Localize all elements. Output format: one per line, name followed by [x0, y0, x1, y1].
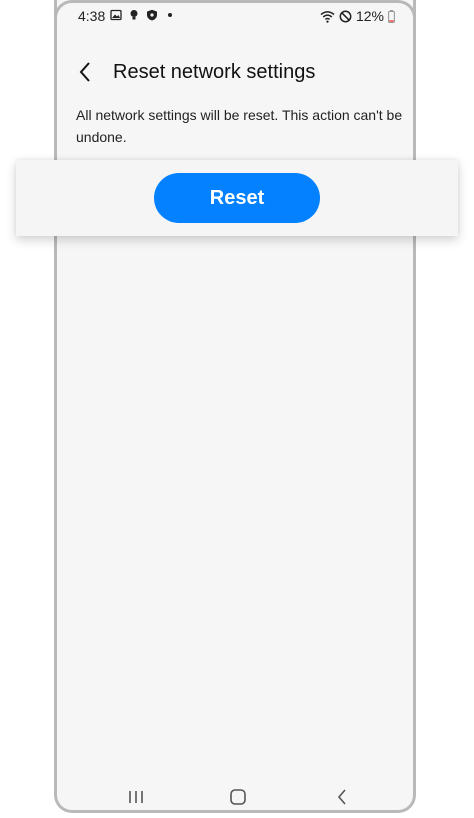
- chevron-left-icon: [79, 62, 90, 82]
- reset-panel: Reset: [16, 160, 458, 236]
- dot-icon: [168, 13, 172, 17]
- header: Reset network settings: [73, 58, 315, 86]
- back-button[interactable]: [73, 58, 97, 86]
- status-bar: 4:38 12%: [57, 6, 413, 26]
- recents-button[interactable]: [121, 786, 151, 808]
- do-not-disturb-icon: [339, 10, 352, 22]
- back-icon: [337, 789, 346, 805]
- status-left-icons: [110, 9, 176, 21]
- reset-button[interactable]: Reset: [154, 173, 320, 223]
- home-button[interactable]: [223, 786, 253, 808]
- battery-percent: 12%: [355, 8, 384, 24]
- page-title: Reset network settings: [113, 60, 316, 83]
- battery-icon: [388, 9, 395, 23]
- recents-icon: [129, 791, 143, 803]
- status-right-icons: 12%: [320, 8, 395, 24]
- shield-icon: [147, 9, 157, 21]
- status-time: 4:38: [78, 8, 106, 24]
- description-text: All network settings will be reset. This…: [76, 107, 403, 145]
- wifi-icon: [320, 10, 335, 23]
- gallery-icon: [110, 9, 122, 21]
- nav-back-button[interactable]: [327, 786, 357, 808]
- bulb-icon: [130, 10, 138, 20]
- navigation-bar: [57, 782, 413, 812]
- home-icon: [230, 789, 246, 805]
